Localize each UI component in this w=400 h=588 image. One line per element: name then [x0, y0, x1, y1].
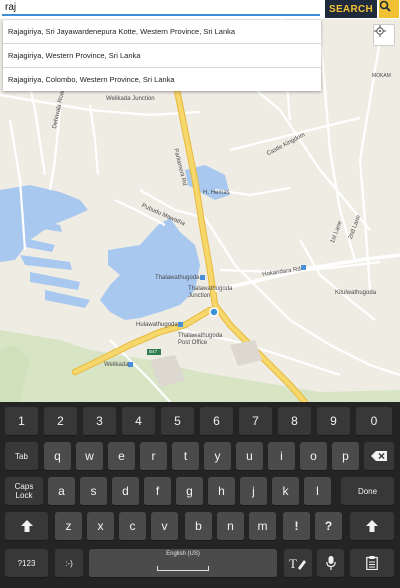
clipboard-icon: [366, 556, 378, 570]
keyboard-number-row: 1 2 3 4 5 6 7 8 9 0: [0, 407, 400, 441]
shift-icon: [366, 520, 378, 532]
key-q[interactable]: q: [44, 442, 71, 471]
key-c[interactable]: c: [119, 512, 146, 541]
key-7[interactable]: 7: [239, 407, 272, 436]
key-2[interactable]: 2: [44, 407, 77, 436]
keyboard-row-1: Tab q w e r t y u i o p: [0, 442, 400, 476]
key-exclamation[interactable]: !: [283, 512, 310, 541]
key-r[interactable]: r: [140, 442, 167, 471]
key-6[interactable]: 6: [200, 407, 233, 436]
map-label: Thalawathugoda Junction: [188, 286, 233, 299]
key-h[interactable]: h: [208, 477, 235, 506]
key-u[interactable]: u: [236, 442, 263, 471]
key-o[interactable]: o: [300, 442, 327, 471]
key-w[interactable]: w: [76, 442, 103, 471]
key-3[interactable]: 3: [83, 407, 116, 436]
key-y[interactable]: y: [204, 442, 231, 471]
caps-lock-label-2: Lock: [15, 491, 33, 500]
search-button[interactable]: SEARCH: [325, 0, 377, 18]
svg-text:T: T: [289, 556, 297, 570]
key-question[interactable]: ?: [315, 512, 342, 541]
key-v[interactable]: v: [151, 512, 178, 541]
crosshair-icon: [374, 25, 386, 37]
shift-icon: [20, 520, 33, 532]
key-8[interactable]: 8: [278, 407, 311, 436]
key-d[interactable]: d: [112, 477, 139, 506]
key-0[interactable]: 0: [356, 407, 392, 436]
map-label: Welikada: [104, 362, 129, 368]
backspace-key[interactable]: [364, 442, 394, 471]
keyboard-row-2: Caps Lock a s d f g h j k l Done: [0, 477, 400, 511]
on-screen-keyboard: 1 2 3 4 5 6 7 8 9 0 Tab q w e r t y u i …: [0, 402, 400, 588]
key-z[interactable]: z: [55, 512, 82, 541]
key-5[interactable]: 5: [161, 407, 194, 436]
key-9[interactable]: 9: [317, 407, 350, 436]
symbols-key[interactable]: ?123: [5, 549, 48, 578]
search-icon-button[interactable]: [379, 0, 399, 18]
map-view[interactable]: Welikada Junction Parliament Rd Dehiwala…: [0, 0, 400, 402]
key-x[interactable]: x: [87, 512, 114, 541]
key-a[interactable]: a: [48, 477, 75, 506]
key-j[interactable]: j: [240, 477, 267, 506]
key-m[interactable]: m: [249, 512, 276, 541]
clipboard-key[interactable]: [350, 549, 394, 578]
handwriting-key[interactable]: T: [284, 549, 312, 578]
keyboard-row-4: ?123 :-) English (US) T: [0, 549, 400, 583]
map-label: H. Hemas: [203, 190, 230, 196]
search-input[interactable]: [2, 1, 320, 16]
keyboard-row-3: z x c v b n m ! ?: [0, 512, 400, 546]
shift-key-left[interactable]: [5, 512, 48, 541]
emoji-key[interactable]: :-): [55, 549, 83, 578]
search-icon: [379, 0, 391, 12]
suggestions-dropdown: Rajagiriya, Sri Jayawardenepura Kotte, W…: [3, 20, 321, 91]
caps-lock-key[interactable]: Caps Lock: [5, 477, 43, 506]
key-p[interactable]: p: [332, 442, 359, 471]
map-label: Kitulwathugoda: [335, 290, 377, 296]
key-1[interactable]: 1: [5, 407, 38, 436]
key-i[interactable]: i: [268, 442, 295, 471]
handwriting-pen-icon: T: [289, 556, 306, 570]
key-l[interactable]: l: [304, 477, 331, 506]
done-key[interactable]: Done: [341, 477, 394, 506]
tab-key[interactable]: Tab: [5, 442, 38, 471]
key-k[interactable]: k: [272, 477, 299, 506]
space-key[interactable]: English (US): [89, 549, 277, 578]
key-s[interactable]: s: [80, 477, 107, 506]
space-key-language: English (US): [166, 551, 200, 557]
backspace-icon: [371, 451, 387, 461]
shift-key-right[interactable]: [350, 512, 394, 541]
key-4[interactable]: 4: [122, 407, 155, 436]
caps-lock-label-1: Caps: [14, 482, 34, 491]
microphone-icon: [325, 556, 336, 570]
suggestion-item[interactable]: Rajagiriya, Western Province, Sri Lanka: [3, 44, 321, 68]
search-bar: SEARCH: [0, 0, 400, 19]
key-g[interactable]: g: [176, 477, 203, 506]
suggestion-item[interactable]: Rajagiriya, Colombo, Western Province, S…: [3, 68, 321, 91]
suggestion-item[interactable]: Rajagiriya, Sri Jayawardenepura Kotte, W…: [3, 20, 321, 44]
voice-input-key[interactable]: [317, 549, 344, 578]
key-e[interactable]: e: [108, 442, 135, 471]
key-f[interactable]: f: [144, 477, 171, 506]
map-label: Welikada Junction: [106, 96, 155, 102]
road-shield: B47: [149, 349, 158, 354]
space-icon: [157, 566, 209, 571]
map-label: Thalawathugoda: [155, 275, 200, 281]
map-label: Hulawathugoda: [136, 322, 178, 328]
my-location-button[interactable]: [373, 24, 395, 46]
key-t[interactable]: t: [172, 442, 199, 471]
key-n[interactable]: n: [217, 512, 244, 541]
key-b[interactable]: b: [185, 512, 212, 541]
map-label: MOKAM: [372, 73, 391, 79]
map-label: Thalawathugoda Post Office: [178, 333, 223, 346]
